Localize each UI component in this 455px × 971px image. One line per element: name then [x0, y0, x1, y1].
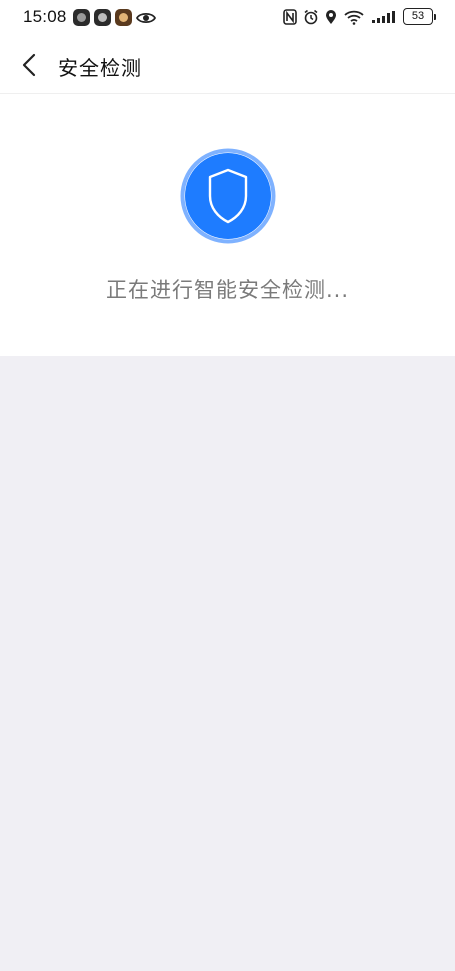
content-area	[0, 356, 455, 971]
status-time: 15:08	[23, 7, 67, 26]
page-title: 安全检测	[58, 56, 142, 80]
back-button[interactable]	[14, 50, 44, 80]
camera-app-icon	[73, 9, 90, 26]
signal-icon	[372, 10, 395, 23]
wifi-icon	[344, 10, 364, 25]
shield-icon	[180, 148, 276, 244]
eye-icon	[136, 12, 156, 23]
notification-icons	[73, 9, 156, 26]
scan-card: 正在进行智能安全检测...	[0, 94, 455, 356]
scan-status-text: 正在进行智能安全检测...	[105, 278, 350, 302]
camera-app-icon	[94, 9, 111, 26]
chevron-left-icon	[22, 53, 36, 77]
location-icon	[326, 9, 336, 24]
alarm-icon	[304, 9, 318, 24]
system-icons: 53	[283, 8, 436, 25]
nfc-icon	[283, 8, 297, 25]
header: 安全检测	[0, 36, 455, 94]
camera-app-icon	[115, 9, 132, 26]
status-bar: 15:08 53	[0, 0, 455, 36]
battery-icon: 53	[403, 8, 436, 25]
scan-progress	[180, 148, 276, 244]
